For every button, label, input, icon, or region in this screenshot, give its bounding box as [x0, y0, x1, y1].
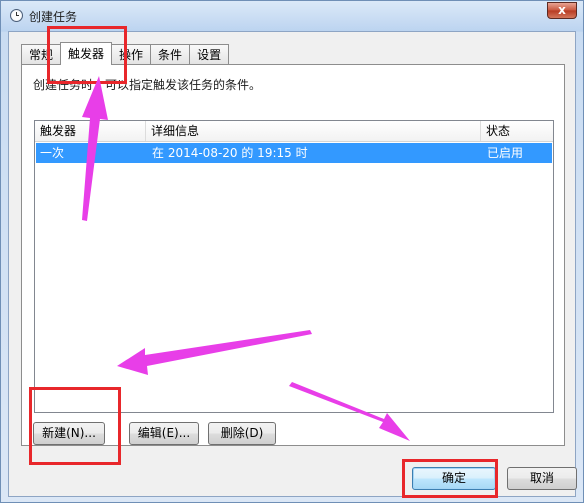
row-trigger: 一次 [40, 146, 65, 160]
column-header-trigger[interactable]: 触发器 [35, 121, 146, 141]
clock-icon [10, 9, 23, 22]
tab-settings[interactable]: 设置 [189, 44, 230, 64]
tab-conditions[interactable]: 条件 [150, 44, 191, 64]
window-title: 创建任务 [29, 10, 78, 24]
delete-button[interactable]: 删除(D) [208, 422, 276, 445]
panel-description: 创建任务时，可以指定触发该任务的条件。 [33, 78, 262, 92]
table-row[interactable]: 一次 在 2014-08-20 的 19:15 时 已启用 [36, 143, 552, 163]
trigger-list[interactable]: 触发器 详细信息 状态 一次 在 2014-08-20 的 19:15 时 已启… [34, 120, 554, 413]
tab-general[interactable]: 常规 [21, 44, 62, 64]
ok-button[interactable]: 确定 [412, 467, 496, 490]
close-button[interactable]: x [547, 2, 577, 19]
column-header-details[interactable]: 详细信息 [146, 121, 481, 141]
edit-button[interactable]: 编辑(E)... [129, 422, 199, 445]
create-task-window: 创建任务 x 常规 触发器 操作 条件 设置 创建任务时，可以指定触发该任务的条… [0, 0, 584, 503]
tab-strip: 常规 触发器 操作 条件 设置 [21, 42, 230, 65]
row-details: 在 2014-08-20 的 19:15 时 [152, 146, 308, 160]
row-status: 已启用 [487, 146, 524, 160]
cancel-button[interactable]: 取消 [507, 467, 577, 490]
close-icon: x [558, 3, 566, 17]
tab-actions[interactable]: 操作 [111, 44, 152, 64]
tab-triggers[interactable]: 触发器 [60, 42, 113, 65]
list-header: 触发器 详细信息 状态 [35, 121, 553, 142]
new-button[interactable]: 新建(N)... [33, 422, 105, 445]
dialog-body: 常规 触发器 操作 条件 设置 创建任务时，可以指定触发该任务的条件。 触发器 … [8, 31, 577, 497]
title-bar[interactable]: 创建任务 x [1, 1, 583, 31]
column-header-status[interactable]: 状态 [481, 121, 553, 141]
triggers-panel: 创建任务时，可以指定触发该任务的条件。 触发器 详细信息 状态 一次 在 201… [21, 64, 565, 446]
